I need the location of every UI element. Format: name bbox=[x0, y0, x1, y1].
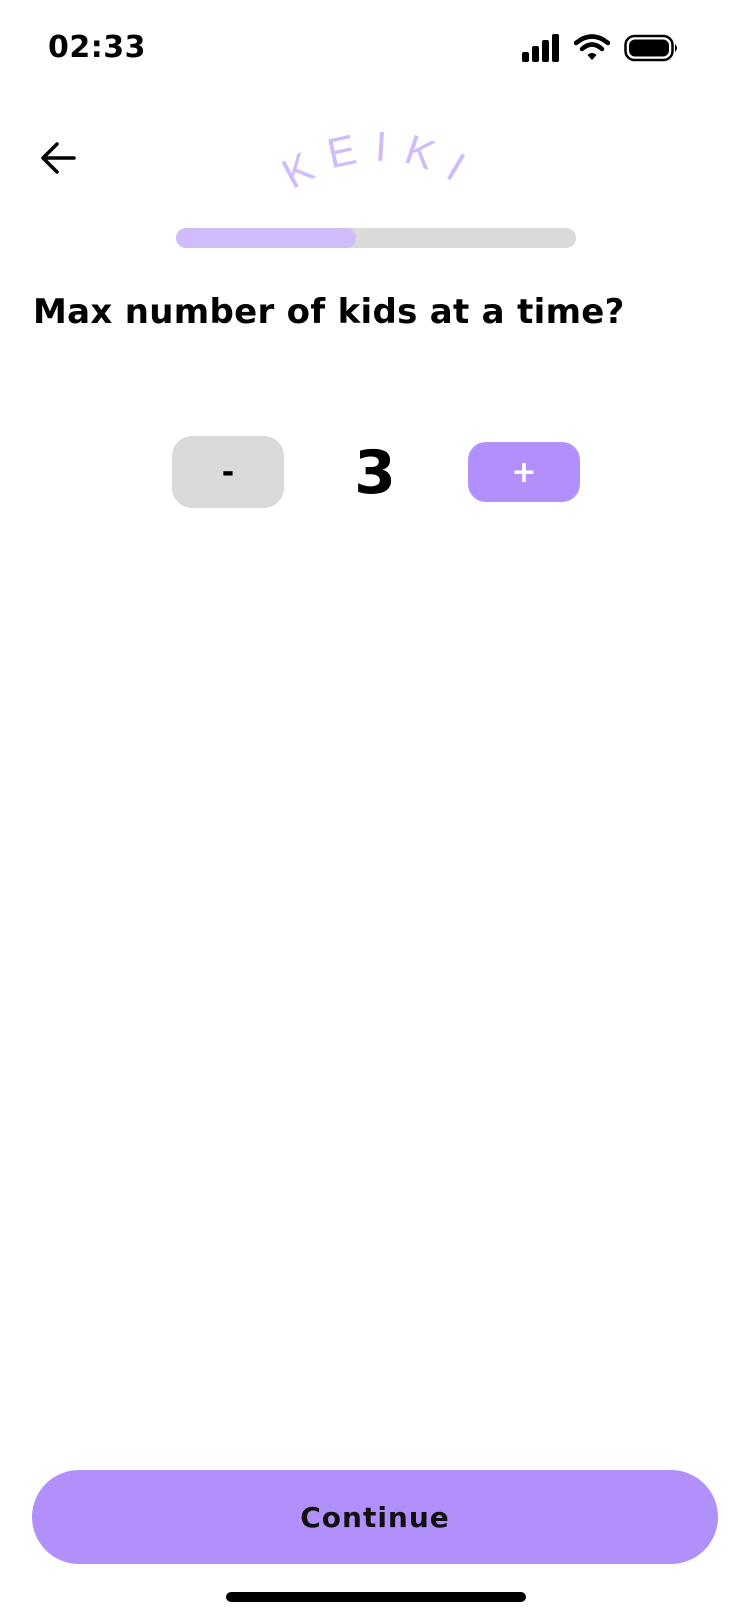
home-indicator bbox=[226, 1592, 526, 1602]
kids-count-value: 3 bbox=[354, 438, 396, 508]
back-button[interactable] bbox=[38, 138, 78, 178]
arrow-left-icon bbox=[41, 142, 76, 174]
question-heading: Max number of kids at a time? bbox=[33, 292, 625, 332]
status-time: 02:33 bbox=[48, 30, 146, 65]
status-icons bbox=[522, 34, 680, 62]
continue-button[interactable]: Continue bbox=[32, 1470, 718, 1564]
battery-icon bbox=[624, 34, 677, 62]
svg-text:KEIKI: KEIKI bbox=[280, 122, 480, 198]
progress-bar bbox=[176, 228, 576, 248]
app-logo: KEIKI bbox=[280, 122, 480, 198]
decrement-button[interactable]: - bbox=[172, 436, 284, 508]
increment-button[interactable]: + bbox=[468, 442, 580, 502]
signal-icon bbox=[522, 34, 559, 62]
wifi-icon bbox=[574, 34, 610, 60]
progress-fill bbox=[176, 228, 356, 248]
